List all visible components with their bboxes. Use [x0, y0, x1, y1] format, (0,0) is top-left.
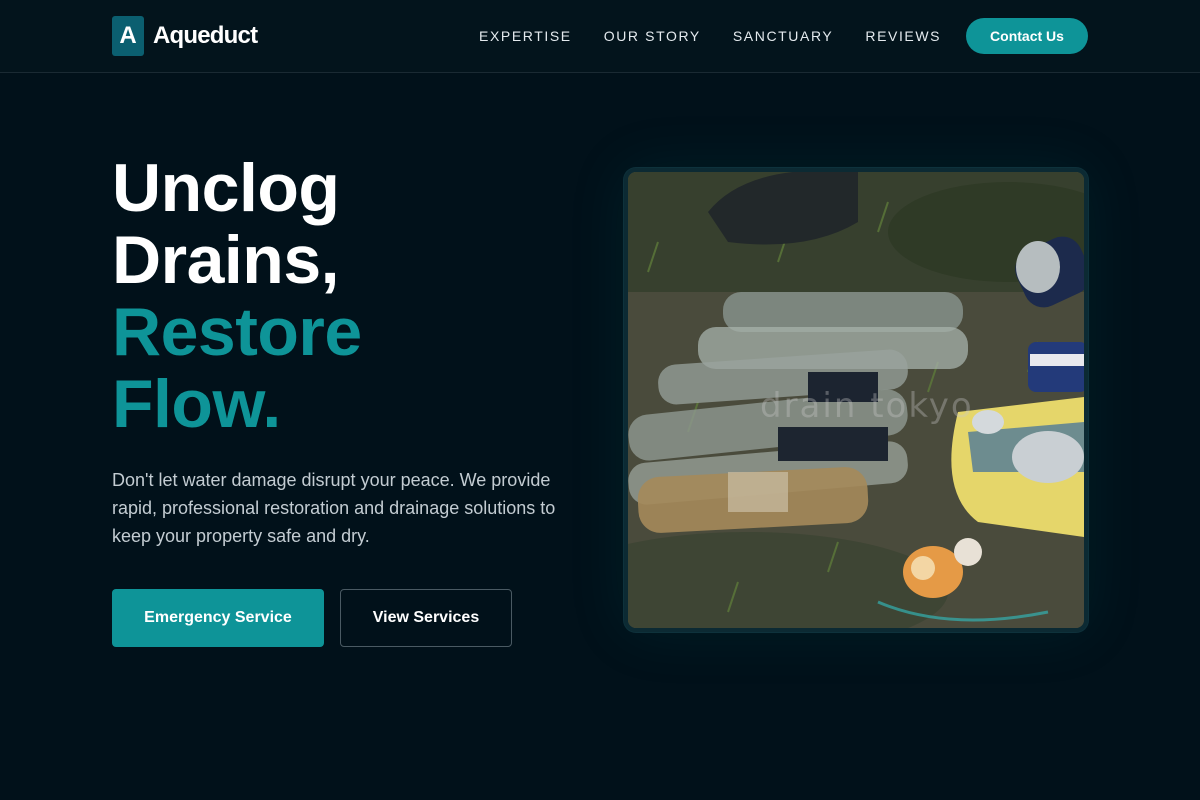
headline-line-4: Flow. — [112, 366, 281, 442]
nav-item-our-story[interactable]: OUR STORY — [604, 26, 701, 46]
page: A Aqueduct EXPERTISE OUR STORY SANCTUARY… — [0, 0, 1200, 800]
headline-line-1: Unclog — [112, 150, 340, 226]
main-nav: EXPERTISE OUR STORY SANCTUARY REVIEWS — [479, 26, 973, 46]
nav-item-sanctuary[interactable]: SANCTUARY — [733, 26, 834, 46]
hero-headline: Unclog Drains, Restore Flow. — [112, 152, 362, 440]
hero-image: drain tokyo — [624, 168, 1088, 632]
nav-item-expertise[interactable]: EXPERTISE — [479, 26, 572, 46]
hero-description: Don't let water damage disrupt your peac… — [112, 470, 556, 546]
logo-link[interactable]: A Aqueduct — [112, 16, 258, 56]
contact-us-button[interactable]: Contact Us — [966, 18, 1088, 54]
brand-name: Aqueduct — [153, 22, 258, 49]
emergency-service-button[interactable]: Emergency Service — [112, 589, 324, 647]
nav-item-reviews[interactable]: REVIEWS — [865, 26, 941, 46]
headline-line-3: Restore — [112, 294, 362, 370]
image-watermark: drain tokyo — [760, 386, 974, 426]
view-services-button[interactable]: View Services — [340, 589, 512, 647]
site-header: A Aqueduct EXPERTISE OUR STORY SANCTUARY… — [0, 0, 1200, 73]
logo-mark-icon: A — [112, 16, 144, 56]
headline-line-2: Drains, — [112, 222, 340, 298]
